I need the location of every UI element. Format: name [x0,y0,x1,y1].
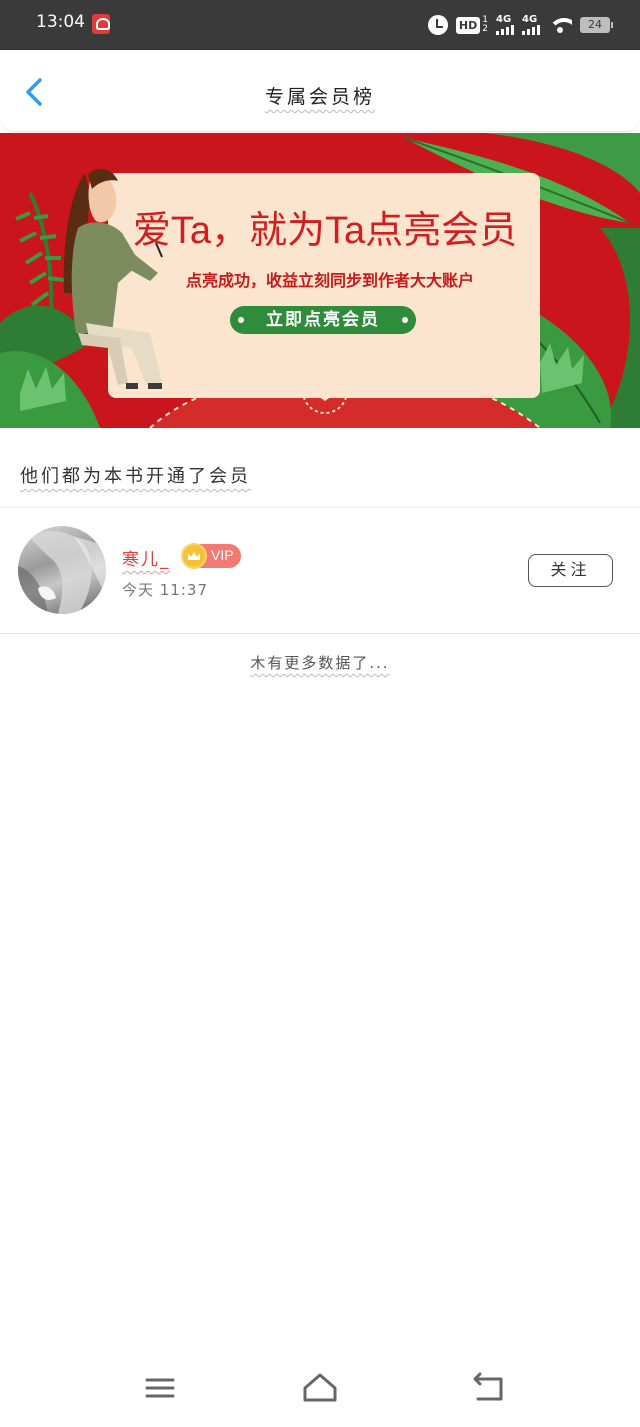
status-icons: HD 1 2 4G 4G 24 [427,12,613,38]
avatar-image [18,531,106,614]
menu-icon [145,1378,175,1398]
return-icon [473,1372,503,1401]
crown-icon [181,543,207,569]
signal-sim2-icon: 4G [522,15,540,35]
system-nav-bar [0,1350,640,1427]
banner-subtitle: 点亮成功，收益立刻同步到作者大大账户 [185,271,474,290]
member-time: 今天 11:37 [122,581,208,599]
follow-button[interactable]: 关注 [528,554,613,587]
nav-menu-button[interactable] [140,1370,180,1406]
app-notification-icon [92,14,110,34]
signal-sim1-icon: 4G [496,15,514,35]
divider [0,633,640,634]
battery-icon: 24 [580,17,613,33]
nav-home-button[interactable] [300,1370,340,1406]
status-bar: 13:04 HD 1 2 4G 4G 24 [0,0,640,50]
hd-sim-indicator: 1 2 [482,15,488,34]
list-item[interactable]: 寒儿_ VIP 今天 11:37 关注 [0,508,640,633]
status-time: 13:04 [36,12,85,32]
nav-back-button[interactable] [468,1370,508,1406]
light-up-membership-button[interactable]: 立即点亮会员 [230,306,416,334]
hd-voice-icon: HD [455,16,481,34]
home-icon [303,1373,337,1402]
no-more-data-label: 木有更多数据了... [250,654,390,672]
banner-headline: 爱Ta，就为Ta点亮会员 [132,210,518,252]
top-app-bar: 专属会员榜 [0,50,640,132]
promo-banner[interactable]: 爱Ta，就为Ta点亮会员 点亮成功，收益立刻同步到作者大大账户 立即点亮会员 [0,133,640,428]
vip-badge: VIP [181,543,241,569]
section-title: 他们都为本书开通了会员 [20,466,251,487]
wifi-icon [548,16,572,34]
member-name[interactable]: 寒儿_ [122,545,171,570]
alarm-icon [427,15,448,35]
avatar[interactable] [18,526,106,614]
vip-label: VIP [211,547,234,563]
page-title: 专属会员榜 [264,86,375,108]
